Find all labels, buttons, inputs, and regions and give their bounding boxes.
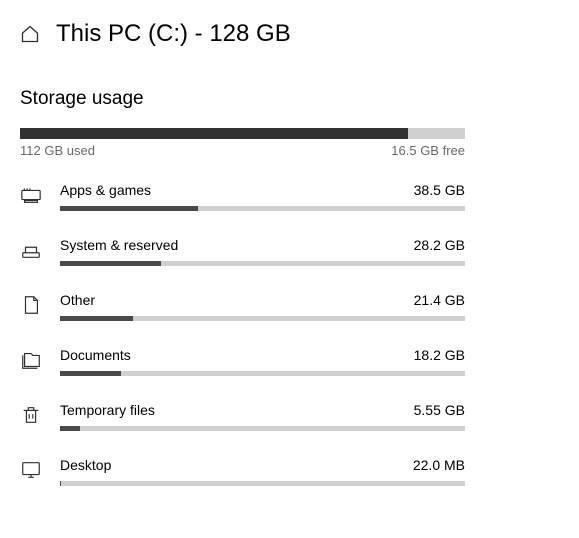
storage-overall-bar: [20, 128, 465, 139]
category-bar-fill: [60, 481, 61, 486]
category-bar: [60, 481, 465, 486]
category-body: Other 21.4 GB: [60, 292, 465, 321]
category-size: 22.0 MB: [413, 457, 465, 473]
category-body: Temporary files 5.55 GB: [60, 402, 465, 431]
category-size: 18.2 GB: [414, 347, 465, 363]
category-bar: [60, 426, 465, 431]
category-row[interactable]: System & reserved 28.2 GB: [20, 237, 559, 266]
storage-overview: 112 GB used 16.5 GB free: [20, 128, 465, 158]
category-bar-fill: [60, 371, 121, 376]
category-size: 5.55 GB: [414, 402, 465, 418]
category-bar-fill: [60, 206, 198, 211]
category-size: 28.2 GB: [414, 237, 465, 253]
category-row[interactable]: Desktop 22.0 MB: [20, 457, 559, 486]
desktop-icon: [20, 459, 42, 481]
category-bar: [60, 371, 465, 376]
category-row[interactable]: Temporary files 5.55 GB: [20, 402, 559, 431]
category-bar: [60, 206, 465, 211]
category-name: Documents: [60, 347, 131, 363]
page-header: This PC (C:) - 128 GB: [20, 20, 559, 48]
page-title: This PC (C:) - 128 GB: [56, 20, 291, 48]
storage-overall-bar-fill: [20, 128, 408, 139]
category-bar-fill: [60, 316, 133, 321]
category-body: System & reserved 28.2 GB: [60, 237, 465, 266]
category-name: Other: [60, 292, 95, 308]
category-bar: [60, 261, 465, 266]
category-name: Temporary files: [60, 402, 155, 418]
system-icon: [20, 239, 42, 261]
category-row[interactable]: Other 21.4 GB: [20, 292, 559, 321]
category-row[interactable]: Apps & games 38.5 GB: [20, 182, 559, 211]
category-row[interactable]: Documents 18.2 GB: [20, 347, 559, 376]
category-name: System & reserved: [60, 237, 178, 253]
documents-icon: [20, 349, 42, 371]
category-bar-fill: [60, 261, 161, 266]
temp-icon: [20, 404, 42, 426]
home-icon[interactable]: [20, 24, 40, 44]
storage-free-label: 16.5 GB free: [391, 143, 465, 158]
category-name: Apps & games: [60, 182, 151, 198]
section-title: Storage usage: [20, 88, 559, 110]
category-body: Documents 18.2 GB: [60, 347, 465, 376]
category-size: 38.5 GB: [414, 182, 465, 198]
category-size: 21.4 GB: [414, 292, 465, 308]
storage-used-label: 112 GB used: [20, 143, 95, 158]
category-body: Desktop 22.0 MB: [60, 457, 465, 486]
apps-icon: [20, 184, 42, 206]
category-bar: [60, 316, 465, 321]
other-icon: [20, 294, 42, 316]
category-list: Apps & games 38.5 GB System & reserved 28.2…: [20, 182, 559, 486]
category-name: Desktop: [60, 457, 111, 473]
category-body: Apps & games 38.5 GB: [60, 182, 465, 211]
category-bar-fill: [60, 426, 80, 431]
